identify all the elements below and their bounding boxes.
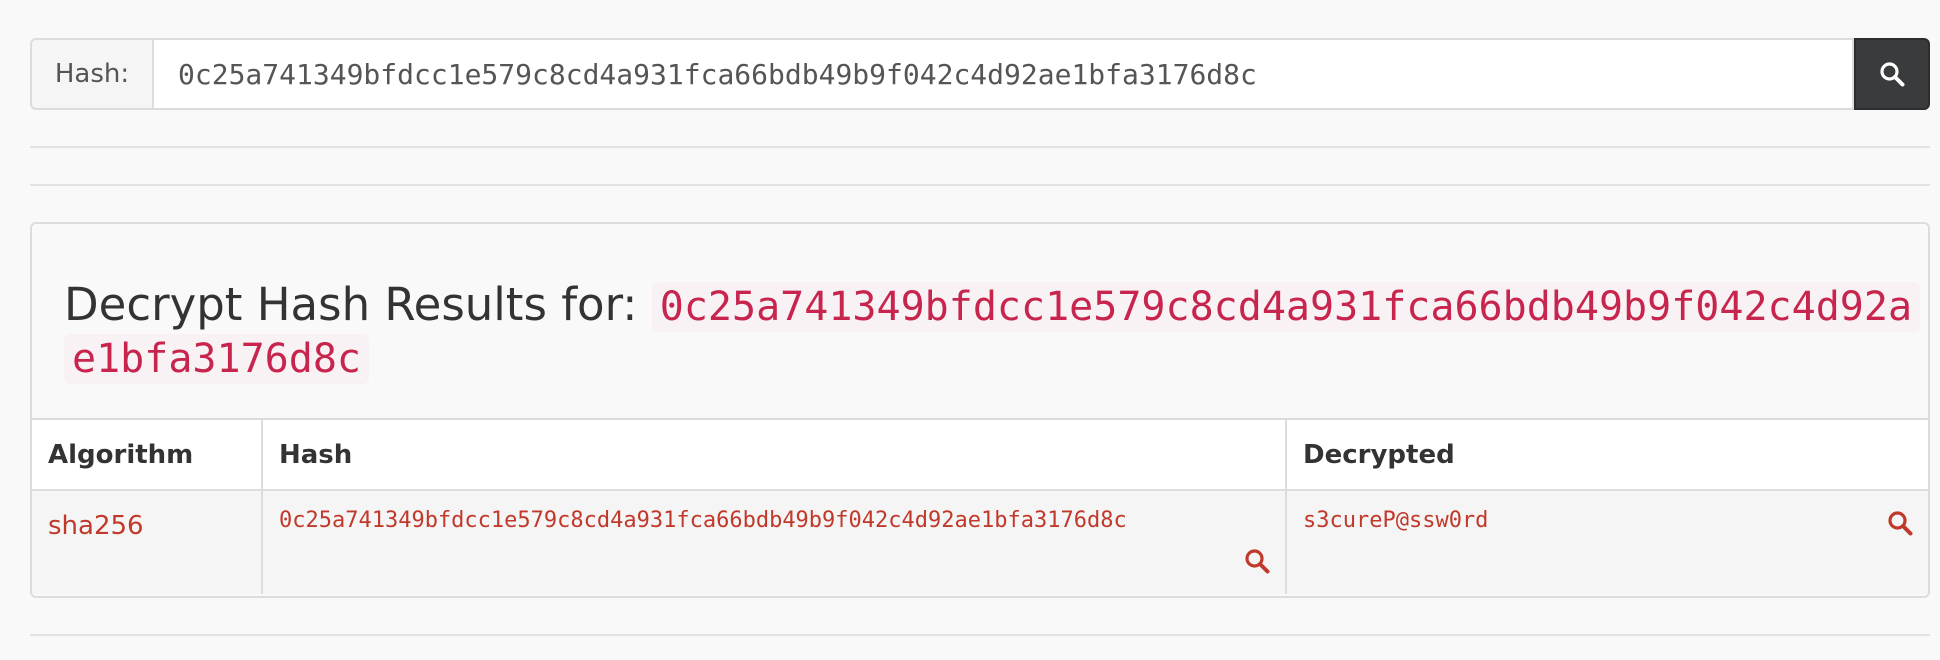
search-icon[interactable] bbox=[1886, 509, 1914, 537]
decrypted-value: s3cureP@ssw0rd bbox=[1303, 508, 1489, 533]
hash-label: Hash: bbox=[30, 38, 152, 110]
divider bbox=[30, 184, 1930, 186]
results-title-prefix: Decrypt Hash Results for: bbox=[64, 278, 638, 331]
results-title: Decrypt Hash Results for: 0c25a741349bfd… bbox=[64, 280, 1924, 384]
hash-search-bar: Hash: bbox=[30, 38, 1930, 110]
search-icon bbox=[1880, 62, 1905, 87]
algorithm-cell: sha256 bbox=[32, 490, 263, 594]
column-header-decrypted: Decrypted bbox=[1303, 439, 1455, 470]
table-header-row: Algorithm Hash Decrypted bbox=[32, 420, 1928, 490]
hash-cell: 0c25a741349bfdcc1e579c8cd4a931fca66bdb49… bbox=[262, 490, 1287, 594]
search-button[interactable] bbox=[1854, 38, 1930, 110]
results-table: Algorithm Hash Decrypted sha256 0c25a741… bbox=[32, 420, 1928, 594]
decrypted-cell: s3cureP@ssw0rd bbox=[1286, 490, 1928, 594]
column-header-hash: Hash bbox=[262, 420, 1287, 490]
results-panel: Decrypt Hash Results for: 0c25a741349bfd… bbox=[30, 222, 1930, 598]
hash-input[interactable] bbox=[152, 38, 1854, 110]
results-panel-heading: Decrypt Hash Results for: 0c25a741349bfd… bbox=[32, 224, 1928, 420]
divider bbox=[30, 634, 1930, 636]
search-icon[interactable] bbox=[1243, 547, 1271, 575]
table-row: sha256 0c25a741349bfdcc1e579c8cd4a931fca… bbox=[32, 490, 1928, 594]
column-header-algorithm: Algorithm bbox=[32, 420, 263, 490]
hash-value: 0c25a741349bfdcc1e579c8cd4a931fca66bdb49… bbox=[279, 508, 1127, 533]
divider bbox=[30, 146, 1930, 148]
